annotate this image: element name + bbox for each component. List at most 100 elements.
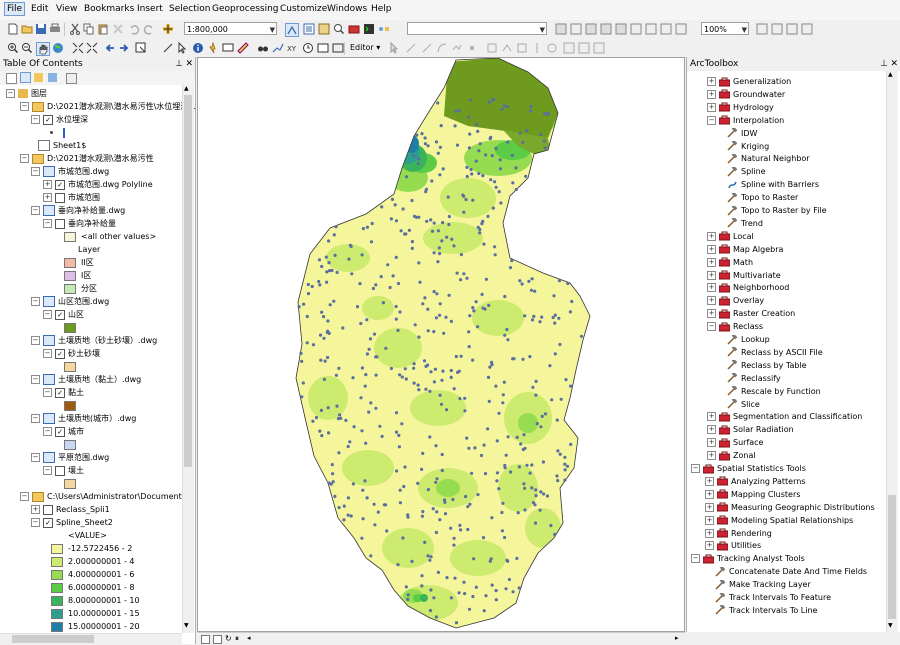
expand-icon[interactable]: +: [705, 489, 714, 499]
arctoolbox-item-tracking-analyst-tools[interactable]: − Tracking Analyst Tools: [691, 552, 805, 565]
arctoolbox-item-measuring-geographic-distributions[interactable]: + Measuring Geographic Distributions: [705, 501, 875, 514]
arctoolbox-item-topo-to-raster-by-file[interactable]: Topo to Raster by File: [727, 204, 827, 217]
arctoolbox-item-idw[interactable]: IDW: [727, 126, 757, 140]
menu-file[interactable]: File: [4, 2, 26, 16]
toc-row-recharge[interactable]: − 垂向净补给量: [43, 217, 116, 230]
arctoolbox-item-spline[interactable]: Spline: [727, 165, 766, 178]
html-popup-icon[interactable]: [222, 42, 234, 54]
menu-help[interactable]: Help: [371, 4, 392, 14]
arctoolbox-item-solar-radiation[interactable]: + Solar Radiation: [707, 423, 794, 436]
rotate-tool-icon[interactable]: [546, 42, 558, 54]
arctoolbox-item-raster-creation[interactable]: + Raster Creation: [707, 307, 795, 320]
list-by-source-icon[interactable]: [20, 72, 31, 83]
arctoolbox-item-hydrology[interactable]: + Hydrology: [707, 101, 774, 114]
layout-view-icon[interactable]: [213, 635, 222, 644]
toc-scroll-thumb[interactable]: [184, 95, 192, 467]
paste-icon[interactable]: [97, 23, 109, 35]
scroll-up-icon[interactable]: ▲: [184, 85, 189, 92]
split-tool-icon[interactable]: [531, 42, 543, 54]
fixed-zoom-out-icon[interactable]: [86, 42, 98, 54]
toc-row-water-depth[interactable]: − ✓ 水位埋深: [31, 113, 88, 126]
toc-hscroll-thumb[interactable]: [12, 635, 94, 643]
arctoolbox-item-generalization[interactable]: + Generalization: [707, 75, 791, 88]
swipe-icon[interactable]: [585, 23, 597, 35]
expand-icon[interactable]: +: [707, 296, 716, 306]
edit-vertices-icon[interactable]: [486, 42, 498, 54]
table-of-contents-icon[interactable]: [303, 23, 315, 35]
toc-row-clay[interactable]: − ✓ 黏土: [43, 386, 84, 399]
arctoolbox-item-surface[interactable]: + Surface: [707, 436, 763, 449]
toc-row-sandy-soil[interactable]: − ✓ 砂土砂壤: [43, 347, 100, 360]
arctoolbox-item-rendering[interactable]: + Rendering: [705, 527, 772, 540]
arctoolbox-close-icon[interactable]: ✕: [890, 57, 898, 71]
arctoolbox-pin-icon[interactable]: ⊥: [880, 57, 888, 71]
toc-row-city-range[interactable]: + 市城范围: [43, 191, 100, 204]
save-icon[interactable]: [35, 23, 47, 35]
expand-icon[interactable]: +: [707, 309, 716, 319]
arctoolbox-item-rescale-by-function[interactable]: Rescale by Function: [727, 384, 821, 398]
toc-row-folder-3[interactable]: − C:\Users\Administrator\Documents\A: [20, 490, 194, 503]
toc-row-loam[interactable]: − 壤土: [43, 464, 84, 477]
scroll-down-icon[interactable]: ▼: [184, 622, 189, 629]
raster-stretch-icon[interactable]: [570, 23, 582, 35]
raster-icon[interactable]: [555, 23, 567, 35]
pause-drawing-icon[interactable]: ⏸: [235, 634, 239, 644]
back-extent-icon[interactable]: [104, 42, 116, 54]
layout-option-icon-3[interactable]: [786, 23, 798, 35]
toc-row-sheet1[interactable]: Sheet1$: [38, 139, 86, 152]
arctoolbox-item-neighborhood[interactable]: + Neighborhood: [707, 281, 789, 294]
menu-selection[interactable]: Selection: [169, 4, 210, 14]
toc-row-urban[interactable]: − ✓ 城市: [43, 425, 84, 438]
zoom-in-fixed-icon[interactable]: [675, 23, 687, 35]
arctoolbox-icon[interactable]: [348, 23, 360, 35]
expand-icon[interactable]: +: [707, 270, 716, 280]
toc-row-mountain-dwg[interactable]: − 山区范围.dwg: [31, 295, 109, 308]
page-icon[interactable]: [630, 23, 642, 35]
layout-option-icon-1[interactable]: [756, 23, 768, 35]
toc-row-plain-dwg[interactable]: − 平原范围.dwg: [31, 451, 109, 464]
zoom-out-icon[interactable]: [21, 42, 33, 54]
refresh-icon[interactable]: ↻: [225, 634, 232, 643]
identify-icon[interactable]: [192, 42, 204, 54]
edit-annotation-icon[interactable]: [405, 42, 417, 54]
expand-icon[interactable]: +: [705, 515, 714, 525]
arctoolbox-item-make-tracking-layer[interactable]: Make Tracking Layer: [715, 578, 811, 591]
arctoolbox-item-multivariate[interactable]: + Multivariate: [707, 269, 781, 282]
menu-geoprocessing[interactable]: Geoprocessing: [212, 4, 279, 14]
find-binoculars-icon[interactable]: [257, 42, 269, 54]
close-icon[interactable]: ✕: [185, 57, 193, 71]
arctoolbox-item-utilities[interactable]: + Utilities: [705, 539, 761, 552]
expand-icon[interactable]: +: [707, 257, 716, 267]
arctoolbox-item-overlay[interactable]: + Overlay: [707, 294, 764, 307]
expand-icon[interactable]: +: [705, 541, 714, 551]
undo-icon[interactable]: [128, 23, 140, 35]
editor-toolbar-toggle-icon[interactable]: [285, 23, 299, 37]
menu-windows[interactable]: Windows: [327, 4, 367, 14]
create-features-icon[interactable]: [593, 42, 605, 54]
expand-icon[interactable]: +: [707, 438, 716, 448]
toc-row-clay-dwg[interactable]: − 土壤质地（黏土）.dwg: [31, 373, 141, 386]
expand-icon[interactable]: +: [707, 451, 716, 461]
data-view-icon[interactable]: [201, 635, 210, 644]
arctoolbox-item-slice[interactable]: Slice: [727, 397, 760, 411]
arctoolbox-item-segmentation-and-classification[interactable]: + Segmentation and Classification: [707, 410, 862, 423]
go-to-xy-icon[interactable]: XY: [287, 42, 299, 54]
layout-option-icon-2[interactable]: [771, 23, 783, 35]
arctoolbox-item-interpolation[interactable]: − Interpolation: [707, 114, 784, 127]
expand-icon[interactable]: +: [707, 231, 716, 241]
list-by-selection-icon[interactable]: [48, 73, 57, 82]
fixed-zoom-in-icon[interactable]: [72, 42, 84, 54]
arctoolbox-item-math[interactable]: + Math: [707, 256, 753, 269]
reshape-icon[interactable]: [501, 42, 513, 54]
expand-icon[interactable]: +: [707, 102, 716, 112]
toc-row-city-range-polyline[interactable]: + ✓ 市城范围.dwg Polyline: [43, 178, 153, 191]
select-features-icon[interactable]: [135, 42, 147, 54]
list-by-visibility-icon[interactable]: [34, 73, 43, 82]
collapse-icon[interactable]: −: [691, 554, 700, 564]
menu-edit[interactable]: Edit: [31, 4, 48, 14]
point-tool-icon[interactable]: [466, 42, 478, 54]
fit-page-icon[interactable]: [645, 23, 657, 35]
python-window-icon[interactable]: [363, 23, 375, 35]
cut-icon[interactable]: [69, 23, 81, 35]
find-route-icon[interactable]: [272, 42, 284, 54]
